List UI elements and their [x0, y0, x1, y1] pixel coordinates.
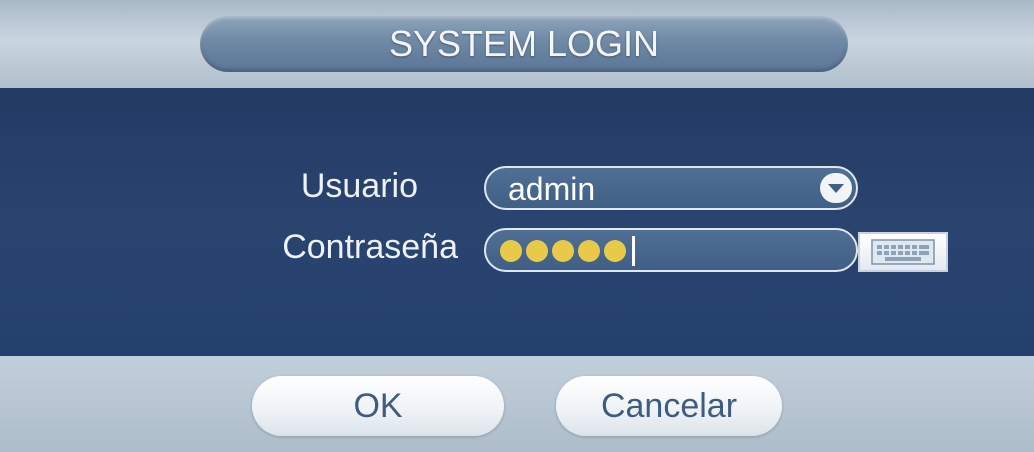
cancel-button[interactable]: Cancelar [556, 376, 782, 436]
username-value: admin [508, 171, 596, 207]
ok-button[interactable]: OK [252, 376, 504, 436]
password-mask-dot [604, 240, 626, 262]
login-dialog: SYSTEM LOGIN Usuario admin Contraseña OK… [0, 0, 1034, 452]
password-mask-dot [526, 240, 548, 262]
dialog-title: SYSTEM LOGIN [388, 23, 660, 64]
password-mask-dot [578, 240, 600, 262]
username-select[interactable]: admin [484, 166, 858, 210]
password-mask-dot [552, 240, 574, 262]
login-form-panel: Usuario admin Contraseña [0, 88, 1034, 356]
password-mask-dot [500, 240, 522, 262]
password-label: Contraseña [282, 228, 458, 266]
title-bar: SYSTEM LOGIN [0, 0, 1034, 88]
password-mask [500, 236, 635, 266]
title-pill: SYSTEM LOGIN [200, 16, 848, 72]
button-bar: OK Cancelar [0, 356, 1034, 452]
password-input[interactable] [484, 228, 858, 272]
chevron-down-icon[interactable] [820, 173, 852, 203]
keyboard-icon[interactable] [858, 232, 948, 272]
text-caret [632, 236, 635, 266]
username-label: Usuario [300, 167, 418, 205]
